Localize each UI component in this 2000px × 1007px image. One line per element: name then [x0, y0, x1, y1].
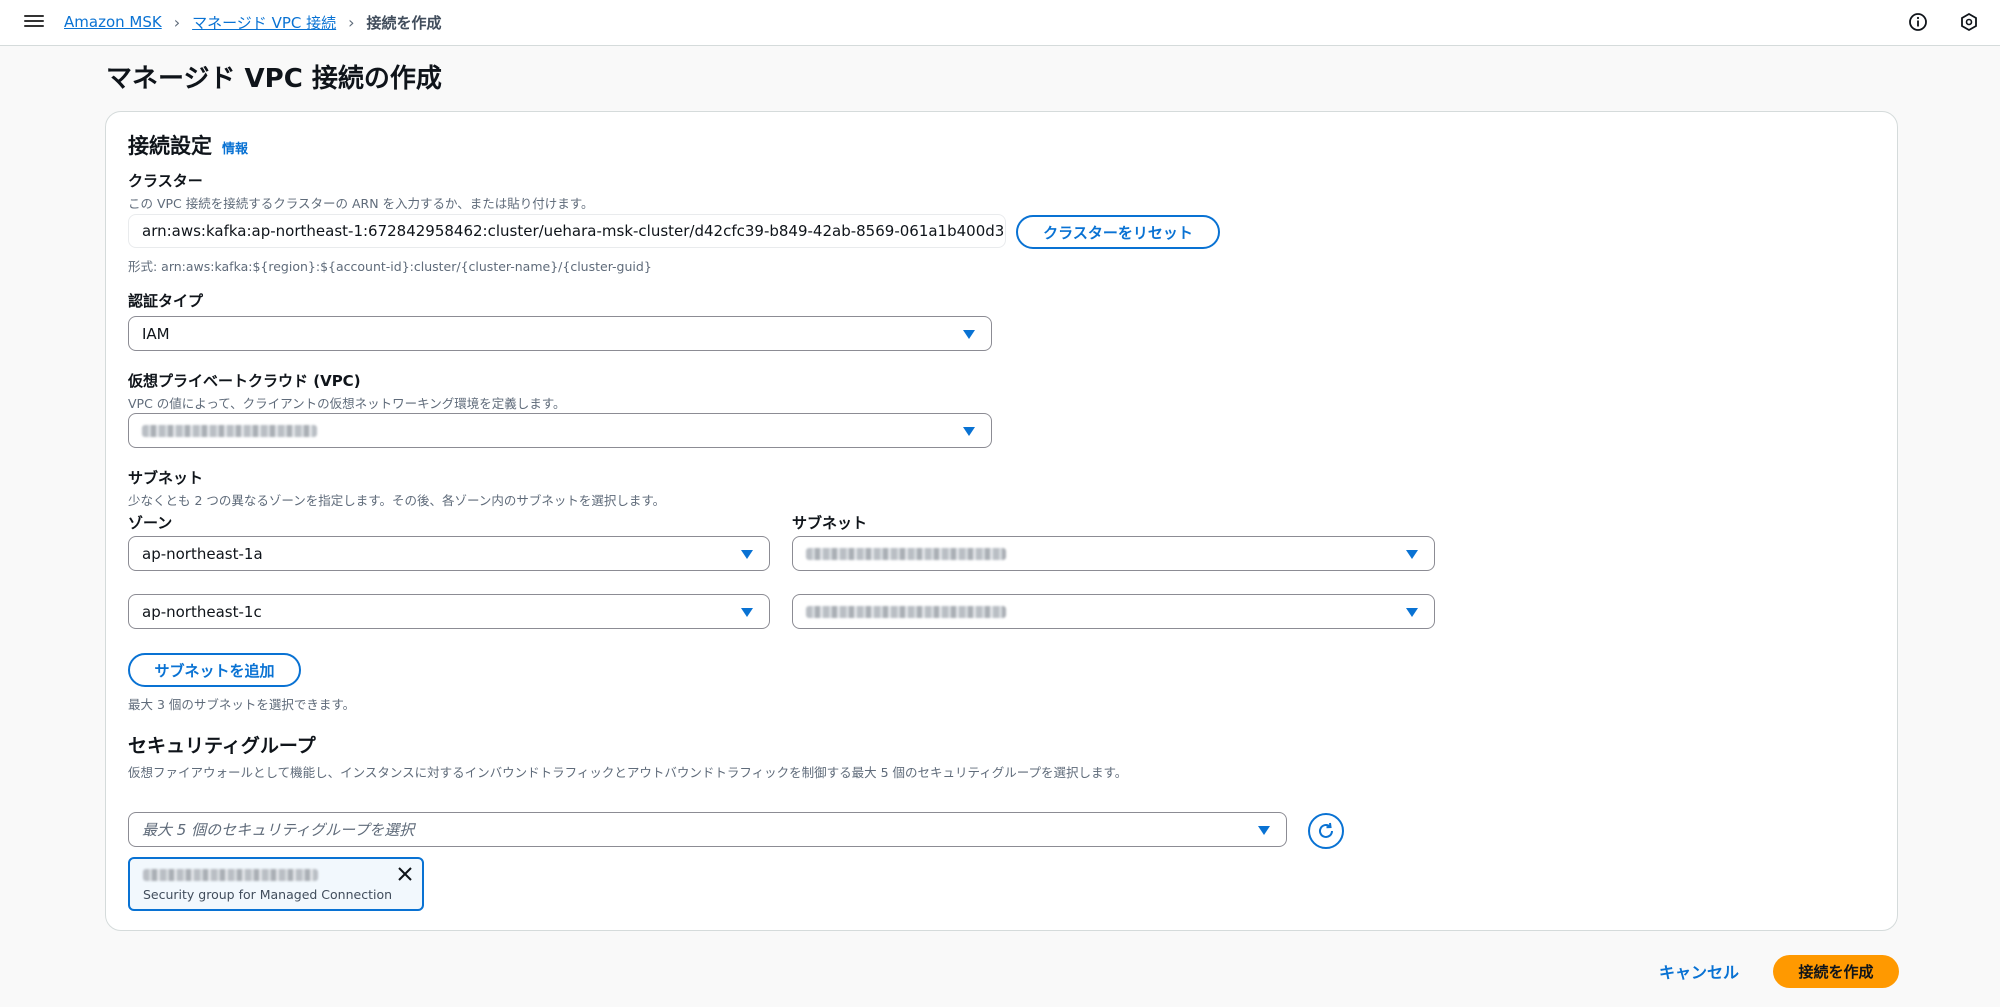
top-navigation-bar: Amazon MSK › マネージド VPC 接続 › 接続を作成: [0, 0, 2000, 46]
zone-column-header: ゾーン: [128, 514, 173, 532]
auth-type-value: IAM: [142, 324, 170, 343]
settings-heading: 接続設定: [128, 134, 212, 158]
security-groups-placeholder: 最大 5 個のセキュリティグループを選択: [142, 821, 415, 839]
info-icon[interactable]: [1907, 11, 1929, 33]
auth-type-label: 認証タイプ: [128, 292, 204, 310]
breadcrumb-current: 接続を作成: [366, 13, 442, 32]
vpc-description: VPC の値によって、クライアントの仮想ネットワーキング環境を定義します。: [128, 396, 566, 411]
security-group-name-redacted: [143, 869, 318, 881]
selected-security-group-token: Security group for Managed Connection: [128, 857, 424, 911]
vpc-value-redacted: [142, 424, 317, 437]
cluster-arn-value: arn:aws:kafka:ap-northeast-1:67284295846…: [142, 222, 1005, 240]
caret-down-icon: [1406, 549, 1418, 559]
vpc-label: 仮想プライベートクラウド (VPC): [128, 372, 361, 390]
help-panel-icon[interactable]: [1958, 11, 1980, 33]
add-subnet-button[interactable]: サブネットを追加: [128, 653, 301, 687]
refresh-icon: [1319, 822, 1333, 838]
vpc-select[interactable]: [128, 413, 992, 448]
zone-select-1[interactable]: ap-northeast-1a: [128, 536, 770, 571]
menu-icon[interactable]: [24, 12, 44, 30]
subnet-limit-hint: 最大 3 個のサブネットを選択できます。: [128, 697, 356, 712]
caret-down-icon: [741, 549, 753, 559]
security-group-description: Security group for Managed Connection: [143, 887, 393, 902]
reset-cluster-button[interactable]: クラスターをリセット: [1016, 215, 1220, 249]
page-title: マネージド VPC 接続の作成: [106, 64, 442, 94]
info-link[interactable]: 情報: [222, 138, 248, 157]
security-groups-heading: セキュリティグループ: [128, 735, 316, 757]
breadcrumb-amazon-msk[interactable]: Amazon MSK: [64, 13, 162, 31]
zone-value-1: ap-northeast-1a: [142, 544, 263, 563]
subnet-value-redacted-2: [806, 605, 1006, 618]
subnet-select-1[interactable]: [792, 536, 1435, 571]
refresh-button[interactable]: [1308, 813, 1344, 849]
subnets-label: サブネット: [128, 469, 204, 487]
subnets-description: 少なくとも 2 つの異なるゾーンを指定します。その後、各ゾーン内のサブネットを選…: [128, 493, 666, 508]
zone-value-2: ap-northeast-1c: [142, 602, 262, 621]
chevron-right-icon: ›: [173, 12, 181, 32]
breadcrumb: Amazon MSK › マネージド VPC 接続 › 接続を作成: [64, 12, 442, 32]
caret-down-icon: [963, 329, 975, 339]
cluster-label: クラスター: [128, 172, 203, 190]
security-groups-select[interactable]: 最大 5 個のセキュリティグループを選択: [128, 812, 1287, 847]
breadcrumb-managed-vpc-connection[interactable]: マネージド VPC 接続: [192, 12, 336, 33]
caret-down-icon: [1258, 825, 1270, 835]
subnet-value-redacted-1: [806, 547, 1006, 560]
close-icon[interactable]: [396, 865, 414, 883]
create-connection-button[interactable]: 接続を作成: [1773, 955, 1899, 988]
security-groups-description: 仮想ファイアウォールとして機能し、インスタンスに対するインバウンドトラフィックと…: [128, 765, 1128, 780]
cluster-description: この VPC 接続を接続するクラスターの ARN を入力するか、または貼り付けま…: [128, 196, 594, 211]
caret-down-icon: [1406, 607, 1418, 617]
connection-settings-container: 接続設定 情報 クラスター この VPC 接続を接続するクラスターの ARN を…: [105, 111, 1898, 931]
subnet-select-2[interactable]: [792, 594, 1435, 629]
zone-select-2[interactable]: ap-northeast-1c: [128, 594, 770, 629]
cluster-format-hint: 形式: arn:aws:kafka:${region}:${account-id…: [128, 259, 652, 274]
subnet-column-header: サブネット: [792, 514, 868, 532]
chevron-right-icon: ›: [348, 12, 355, 32]
auth-type-select[interactable]: IAM: [128, 316, 992, 351]
cluster-arn-input[interactable]: arn:aws:kafka:ap-northeast-1:67284295846…: [128, 214, 1006, 248]
caret-down-icon: [741, 607, 753, 617]
cancel-button[interactable]: キャンセル: [1652, 955, 1746, 987]
caret-down-icon: [963, 426, 975, 436]
